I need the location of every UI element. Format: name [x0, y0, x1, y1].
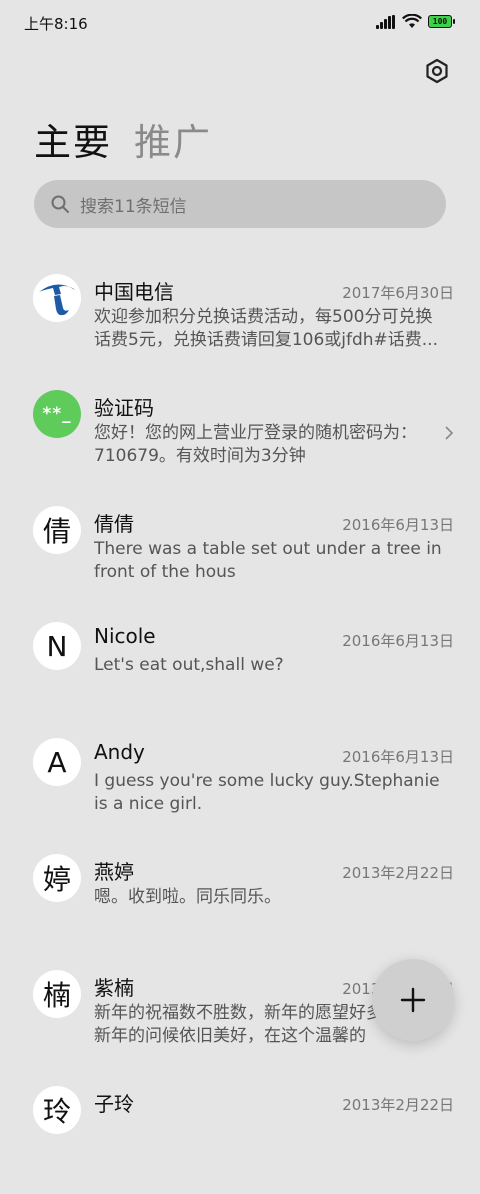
- message-date: 2013年2月22日: [342, 864, 454, 882]
- avatar: 婷: [33, 854, 81, 902]
- conversation-item[interactable]: 婷 燕婷 2013年2月22日 嗯。收到啦。同乐同乐。: [0, 846, 480, 962]
- contact-name: 中国电信: [94, 280, 174, 304]
- compose-button[interactable]: [372, 959, 454, 1041]
- message-preview: I guess you're some lucky guy.Stephanie …: [94, 771, 440, 814]
- gear-icon: [426, 58, 448, 84]
- avatar: 楠: [33, 970, 81, 1018]
- contact-name: 紫楠: [94, 976, 134, 1000]
- settings-button[interactable]: [420, 54, 454, 88]
- contact-name: 子玲: [94, 1092, 134, 1116]
- message-date: 2017年6月30日: [342, 284, 454, 302]
- signal-icon: [376, 14, 396, 29]
- status-icons: 100: [376, 14, 455, 29]
- conversation-item[interactable]: A Andy 2016年6月13日 I guess you're some lu…: [0, 730, 480, 846]
- message-date: 2013年2月22日: [342, 1096, 454, 1114]
- tab-primary[interactable]: 主要: [34, 112, 112, 166]
- avatar: 玲: [33, 1086, 81, 1134]
- message-date: 2016年6月13日: [342, 748, 454, 766]
- contact-name: 燕婷: [94, 860, 134, 884]
- search-placeholder: 搜索11条短信: [80, 196, 187, 217]
- status-time: 上午8:16: [24, 15, 88, 33]
- contact-name: Nicole: [94, 624, 156, 648]
- tab-bar: 主要 推广: [34, 112, 212, 166]
- battery-icon: 100: [428, 15, 455, 28]
- contact-name: 倩倩: [94, 512, 134, 536]
- chevron-right-icon: [445, 426, 454, 440]
- conversation-item[interactable]: 中国电信 2017年6月30日 欢迎参加积分兑换话费活动，每500分可兑换话费5…: [0, 266, 480, 382]
- avatar: 倩: [33, 506, 81, 554]
- conversation-list: 中国电信 2017年6月30日 欢迎参加积分兑换话费活动，每500分可兑换话费5…: [0, 266, 480, 1194]
- telecom-logo-avatar: [33, 274, 81, 322]
- message-preview: 您好！您的网上营业厅登录的随机密码为：710679。有效时间为3分钟: [94, 423, 417, 466]
- contact-name: Andy: [94, 740, 145, 764]
- wifi-icon: [402, 14, 422, 28]
- message-preview: There was a table set out under a tree i…: [94, 539, 442, 582]
- conversation-item[interactable]: N Nicole 2016年6月13日 Let's eat out,shall …: [0, 614, 480, 730]
- message-date: 2016年6月13日: [342, 516, 454, 534]
- avatar: N: [33, 622, 81, 670]
- telecom-logo-icon: [33, 274, 81, 322]
- plus-icon: [400, 987, 426, 1013]
- verification-code-avatar: **_: [33, 390, 81, 438]
- avatar: A: [33, 738, 81, 786]
- message-preview: 欢迎参加积分兑换话费活动，每500分可兑换话费5元，兑换话费请回复106或jfd…: [94, 307, 438, 350]
- search-icon: [51, 195, 69, 213]
- contact-name: 验证码: [94, 396, 154, 420]
- tab-promotions[interactable]: 推广: [134, 112, 212, 166]
- message-preview: 嗯。收到啦。同乐同乐。: [94, 887, 281, 907]
- search-bar[interactable]: 搜索11条短信: [34, 180, 446, 228]
- conversation-item[interactable]: 倩 倩倩 2016年6月13日 There was a table set ou…: [0, 498, 480, 614]
- message-preview: Let's eat out,shall we?: [94, 655, 284, 675]
- conversation-item[interactable]: 玲 子玲 2013年2月22日: [0, 1078, 480, 1194]
- conversation-item[interactable]: **_ 验证码 您好！您的网上营业厅登录的随机密码为：710679。有效时间为3…: [0, 382, 480, 498]
- message-date: 2016年6月13日: [342, 632, 454, 650]
- status-bar: 上午8:16 100: [0, 0, 480, 44]
